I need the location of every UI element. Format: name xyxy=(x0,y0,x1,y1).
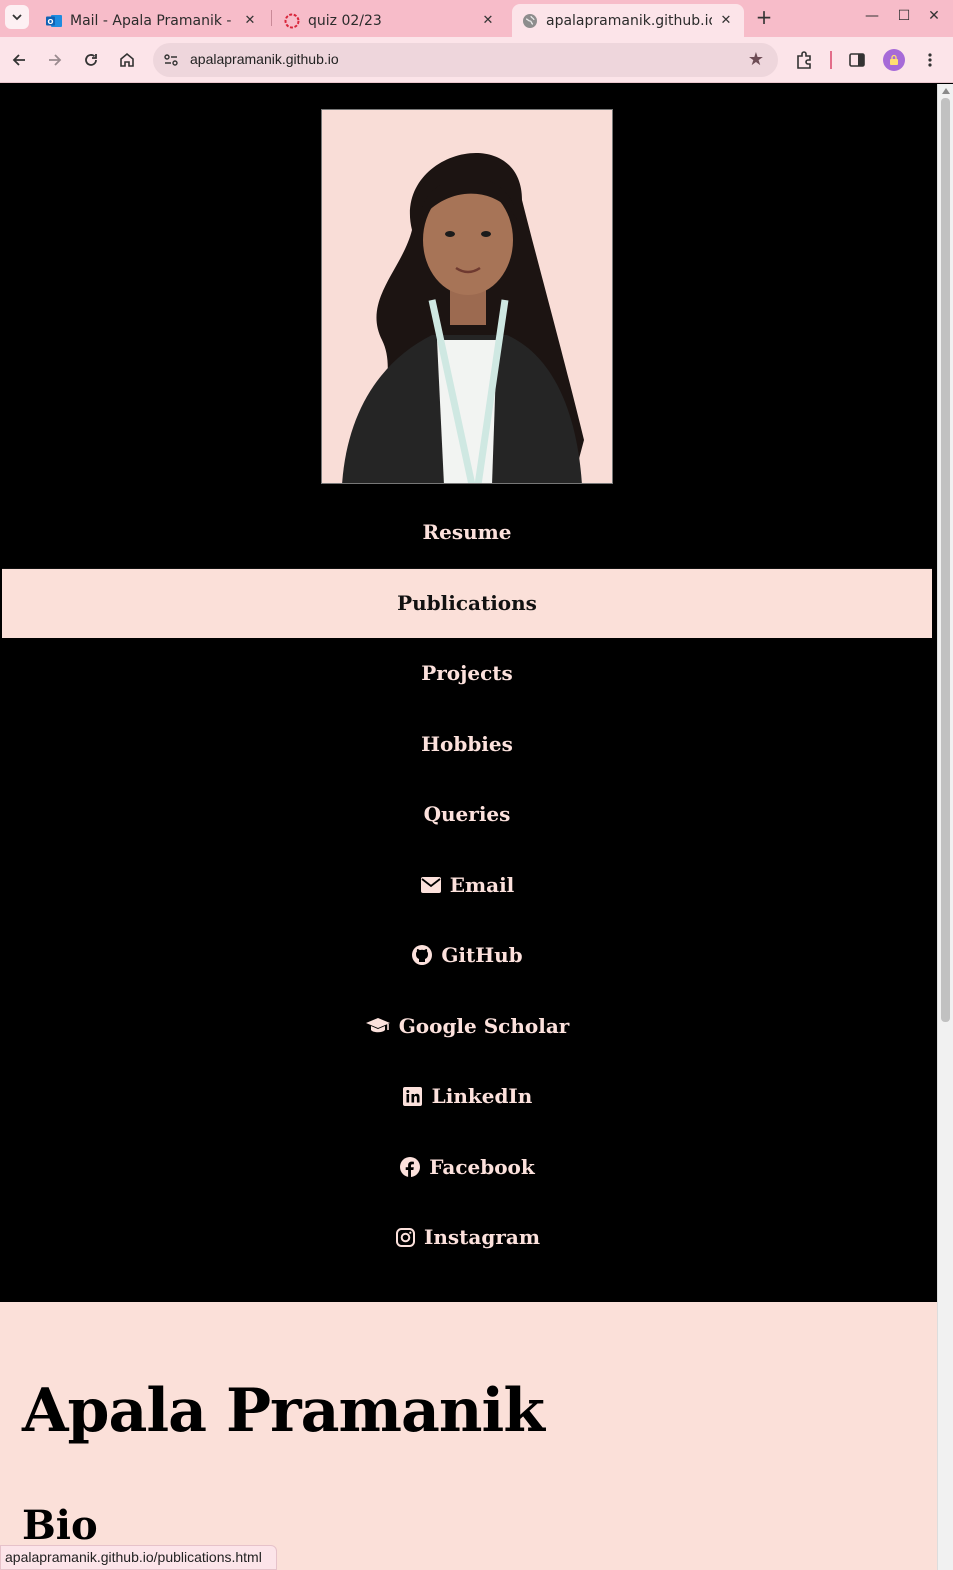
bookmark-star-icon[interactable]: ★ xyxy=(748,49,764,70)
reload-button[interactable] xyxy=(79,48,103,72)
nav-hobbies[interactable]: Hobbies xyxy=(2,709,932,780)
menu-button[interactable] xyxy=(918,48,942,72)
sidebar-nav: Resume Publications Projects Hobbies Que… xyxy=(2,497,932,1273)
more-vertical-icon xyxy=(928,53,932,67)
nav-facebook[interactable]: Facebook xyxy=(2,1132,932,1203)
nav-label: Queries xyxy=(423,802,511,827)
tab-divider xyxy=(271,10,272,26)
side-panel-icon xyxy=(849,53,865,67)
linkedin-icon xyxy=(402,1085,424,1107)
browser-toolbar: apalapramanik.github.io ★ xyxy=(0,37,953,83)
nav-label: GitHub xyxy=(441,943,523,968)
tab-outlook[interactable]: O Mail - Apala Pramanik - Outlook ✕ xyxy=(36,4,268,37)
nav-linkedin[interactable]: LinkedIn xyxy=(2,1061,932,1132)
page-viewport: Resume Publications Projects Hobbies Que… xyxy=(0,84,937,1570)
nav-label: Publications xyxy=(397,591,537,616)
puzzle-icon xyxy=(797,51,811,69)
lock-icon xyxy=(890,54,898,65)
home-button[interactable] xyxy=(115,48,139,72)
nav-label: Facebook xyxy=(429,1154,535,1179)
page-title: Apala Pramanik xyxy=(22,1376,545,1446)
nav-resume[interactable]: Resume xyxy=(2,497,932,568)
reload-icon xyxy=(85,54,97,66)
toolbar-divider xyxy=(830,51,832,69)
back-button[interactable] xyxy=(7,48,31,72)
arrow-left-icon xyxy=(12,54,25,66)
tab-title: quiz 02/23 xyxy=(308,12,382,29)
tab-title: apalapramanik.github.io xyxy=(546,12,712,29)
profile-avatar[interactable] xyxy=(883,49,905,71)
nav-label: Email xyxy=(449,872,515,897)
site-settings-icon[interactable] xyxy=(162,51,180,69)
profile-portrait xyxy=(321,109,613,484)
nav-email[interactable]: Email xyxy=(2,850,932,921)
link-status-bubble: apalapramanik.github.io/publications.htm… xyxy=(0,1545,277,1570)
instagram-icon xyxy=(394,1226,416,1248)
facebook-icon xyxy=(399,1156,421,1178)
nav-publications[interactable]: Publications xyxy=(2,567,932,638)
tab-strip: O Mail - Apala Pramanik - Outlook ✕ quiz… xyxy=(0,0,953,37)
main-content: Apala Pramanik Bio xyxy=(0,1302,937,1570)
extensions-button[interactable] xyxy=(792,48,816,72)
home-icon xyxy=(120,52,134,67)
nav-label: Resume xyxy=(422,520,512,545)
nav-projects[interactable]: Projects xyxy=(2,638,932,709)
nav-github[interactable]: GitHub xyxy=(2,920,932,991)
scrollbar-thumb[interactable] xyxy=(941,98,950,1022)
nav-google-scholar[interactable]: Google Scholar xyxy=(2,991,932,1062)
side-panel-button[interactable] xyxy=(845,48,869,72)
close-icon[interactable]: ✕ xyxy=(718,13,734,28)
arrow-right-icon xyxy=(49,54,62,66)
new-tab-button[interactable]: + xyxy=(752,6,776,30)
nav-label: LinkedIn xyxy=(431,1084,533,1109)
minimize-icon[interactable]: — xyxy=(862,8,882,24)
vertical-scrollbar[interactable] xyxy=(937,84,953,1570)
address-bar[interactable]: apalapramanik.github.io ★ xyxy=(153,43,778,77)
outlook-icon: O xyxy=(46,14,62,27)
nav-queries[interactable]: Queries xyxy=(2,779,932,850)
maximize-icon[interactable]: ☐ xyxy=(894,8,914,24)
nav-label: Projects xyxy=(421,661,513,686)
nav-label: Hobbies xyxy=(421,731,513,756)
tab-search-button[interactable] xyxy=(5,5,29,29)
scroll-up-arrow-icon[interactable] xyxy=(942,88,950,94)
forward-button[interactable] xyxy=(43,48,67,72)
close-window-icon[interactable]: ✕ xyxy=(924,8,944,24)
url-text: apalapramanik.github.io xyxy=(190,51,339,67)
tab-apalapramanik[interactable]: apalapramanik.github.io ✕ xyxy=(512,4,744,37)
section-heading-bio: Bio xyxy=(22,1502,98,1549)
quiz-icon xyxy=(284,13,300,28)
graduation-cap-icon xyxy=(365,1015,391,1037)
tab-title: Mail - Apala Pramanik - Outlook xyxy=(70,12,236,29)
close-icon[interactable]: ✕ xyxy=(242,13,258,28)
portrait-image xyxy=(322,110,612,483)
tab-quiz[interactable]: quiz 02/23 ✕ xyxy=(274,4,506,37)
close-icon[interactable]: ✕ xyxy=(480,13,496,28)
svg-text:O: O xyxy=(48,18,54,26)
github-icon xyxy=(411,944,433,966)
chevron-down-icon xyxy=(12,14,22,21)
globe-icon xyxy=(523,13,537,28)
nav-label: Google Scholar xyxy=(398,1013,570,1038)
envelope-icon xyxy=(420,874,442,896)
nav-instagram[interactable]: Instagram xyxy=(2,1202,932,1273)
nav-label: Instagram xyxy=(424,1225,540,1250)
